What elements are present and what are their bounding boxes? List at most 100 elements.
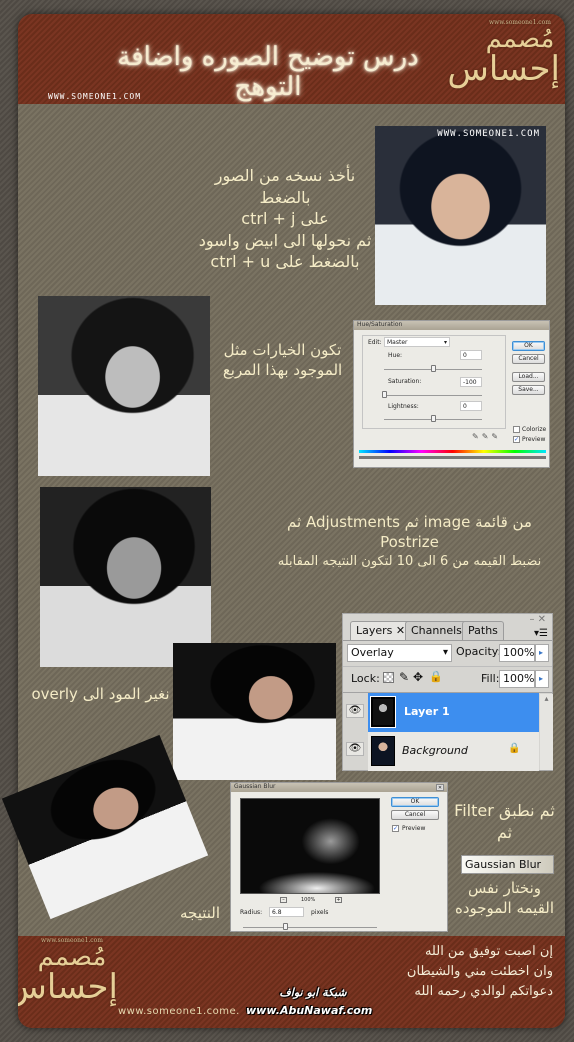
colorize-checkbox[interactable]: [513, 426, 520, 433]
radius-input[interactable]: 6.8: [269, 907, 304, 917]
edit-select[interactable]: Master ▾: [384, 337, 450, 347]
saturation-slider-track[interactable]: [384, 395, 482, 396]
step5-line-4: القيمه الموجوده: [454, 899, 555, 918]
cancel-button[interactable]: Cancel: [512, 354, 545, 364]
gb-ok-button[interactable]: OK: [391, 797, 439, 807]
dialog-title: Hue/Saturation: [354, 321, 549, 330]
step5-line-3: ونختار نفس: [467, 879, 542, 897]
result-label: النتيجه: [179, 904, 221, 922]
save-button[interactable]: Save...: [512, 385, 545, 395]
header-banner: درس توضيح الصوره واضافة التوهج WWW.SOMEO…: [18, 14, 565, 104]
opacity-arrow[interactable]: ▸: [535, 644, 549, 662]
fill-input[interactable]: 100%: [499, 670, 535, 688]
gaussian-blur-dialog: Gaussian Blur ✕ – 100% + Radius: 6.8 pix…: [230, 782, 448, 932]
ok-button[interactable]: OK: [512, 341, 545, 351]
preview-label: Preview: [522, 436, 546, 443]
hue-label: Hue:: [388, 352, 403, 359]
tab-divider: [343, 640, 552, 641]
hue-slider-thumb[interactable]: [431, 365, 436, 372]
radius-slider-track[interactable]: [243, 927, 377, 928]
gb-preview-checkbox[interactable]: ✓: [392, 825, 399, 832]
step1-line-3: ثم نحولها الى ابيض واسود: [198, 230, 372, 250]
gaussian-dialog-title: Gaussian Blur: [231, 783, 447, 792]
overlay-photo: [173, 643, 336, 780]
blend-mode-select[interactable]: Overlay ▾: [347, 644, 452, 662]
fill-label: Fill:: [481, 672, 500, 685]
header-site-url: WWW.SOMEONE1.COM: [48, 92, 142, 101]
layer-row-layer1[interactable]: Layer 1: [368, 693, 539, 732]
lightness-slider-thumb[interactable]: [431, 415, 436, 422]
header-logo: www.someone1.com مُصمم إحساس: [447, 20, 560, 87]
saturation-slider-thumb[interactable]: [382, 391, 387, 398]
gray-spectrum-bar: [359, 456, 546, 459]
gb-cancel-button[interactable]: Cancel: [391, 810, 439, 820]
lock-label: Lock:: [351, 672, 380, 685]
options-divider: [343, 666, 552, 667]
chevron-down-icon: ▾: [442, 647, 448, 658]
footer-network-url[interactable]: www.AbuNawaf.com: [246, 1004, 372, 1017]
tab-channels[interactable]: Channels: [405, 621, 468, 640]
layer-row-background[interactable]: Background 🔒: [368, 732, 539, 771]
fill-arrow[interactable]: ▸: [535, 670, 549, 688]
original-photo: WWW.SOMEONE1.COM: [375, 126, 546, 305]
step3-line-3: نضبط القيمه من 6 الى 10 لتكون النتيجه ال…: [277, 553, 542, 569]
panel-close-icon[interactable]: – ✕: [529, 614, 546, 625]
blur-preview[interactable]: [240, 798, 380, 894]
step5-line-2: ثم: [496, 822, 513, 842]
footer-line-1: إن اصبت توفيق من الله: [424, 944, 553, 959]
tab-close-icon[interactable]: ✕: [396, 624, 405, 637]
layers-scrollbar[interactable]: ▴: [540, 694, 553, 770]
step1-line-2: على ctrl + j: [241, 209, 329, 229]
tab-layers[interactable]: Layers ✕: [350, 621, 412, 640]
preview-checkbox[interactable]: ✓: [513, 436, 520, 443]
tab-layers-label: Layers: [356, 624, 393, 637]
step3-line-2: Postrize: [380, 533, 439, 552]
step5-line-1: ثم نطبق Filter: [454, 801, 555, 820]
footer-banner: www.someone1.com مُصمم إحساس إن اصبت توف…: [18, 936, 565, 1028]
chevron-down-icon: ▾: [443, 339, 447, 346]
hue-spectrum-bar: [359, 450, 546, 453]
lock-transparency-icon[interactable]: [383, 672, 394, 683]
step4-instructions: نغير المود الى overly: [31, 685, 170, 703]
zoom-level: 100%: [301, 897, 316, 903]
opacity-input[interactable]: 100%: [499, 644, 535, 662]
step2-line-1: تكون الخيارات مثل: [223, 341, 342, 359]
edit-select-value: Master: [387, 339, 408, 346]
background-visibility-eye-icon[interactable]: 👁: [346, 742, 364, 756]
filter-name-box: Gaussian Blur: [461, 855, 554, 874]
lightness-input[interactable]: 0: [460, 401, 482, 411]
eyedropper-icons[interactable]: ✎✎✎: [472, 432, 501, 441]
lock-move-icon[interactable]: ✥: [413, 670, 423, 684]
step2-instructions: تكون الخيارات مثل الموجود بهذا المربع: [215, 340, 350, 381]
background-lock-icon: 🔒: [508, 743, 521, 754]
gb-preview-label: Preview: [402, 825, 426, 832]
hue-input[interactable]: 0: [460, 350, 482, 360]
zoom-in-button[interactable]: +: [335, 897, 342, 903]
step1-line-1: نأخذ نسخه من الصور بالضغط: [214, 166, 356, 207]
step5-instructions-2: ونختار نفس القيمه الموجوده: [447, 878, 562, 919]
footer-site-url[interactable]: www.someone1.come.: [118, 1006, 240, 1017]
photo-watermark: WWW.SOMEONE1.COM: [437, 129, 540, 139]
posterized-photo: [40, 487, 211, 667]
lock-all-icon[interactable]: 🔒: [429, 670, 443, 683]
tab-paths[interactable]: Paths: [462, 621, 504, 640]
layer1-visibility-eye-icon[interactable]: 👁: [346, 704, 364, 718]
step3-instructions: من قائمة image ثم Adjustments ثم Postriz…: [252, 512, 567, 570]
footer-line-3: دعواتكم لوالدي رحمه الله: [414, 984, 553, 1000]
zoom-out-button[interactable]: –: [280, 897, 287, 903]
background-name: Background: [402, 744, 468, 757]
saturation-label: Saturation:: [388, 378, 422, 385]
footer-logo-line2: إحساس: [18, 967, 118, 1007]
load-button[interactable]: Load...: [512, 372, 545, 382]
dialog-close-icon[interactable]: ✕: [436, 784, 444, 791]
footer-network-name: شبكة ابو نواف: [279, 986, 347, 999]
background-thumbnail: [371, 736, 395, 766]
opacity-label: Opacity:: [456, 645, 502, 658]
radius-unit: pixels: [311, 909, 329, 916]
layer1-name: Layer 1: [404, 705, 450, 718]
panel-menu-icon[interactable]: ▾☰: [534, 628, 548, 639]
footer-line-2: وان اخطئت مني والشيطان: [406, 964, 553, 980]
lock-brush-icon[interactable]: ✎: [399, 670, 409, 684]
saturation-input[interactable]: -100: [460, 377, 482, 387]
radius-slider-thumb[interactable]: [283, 923, 288, 930]
